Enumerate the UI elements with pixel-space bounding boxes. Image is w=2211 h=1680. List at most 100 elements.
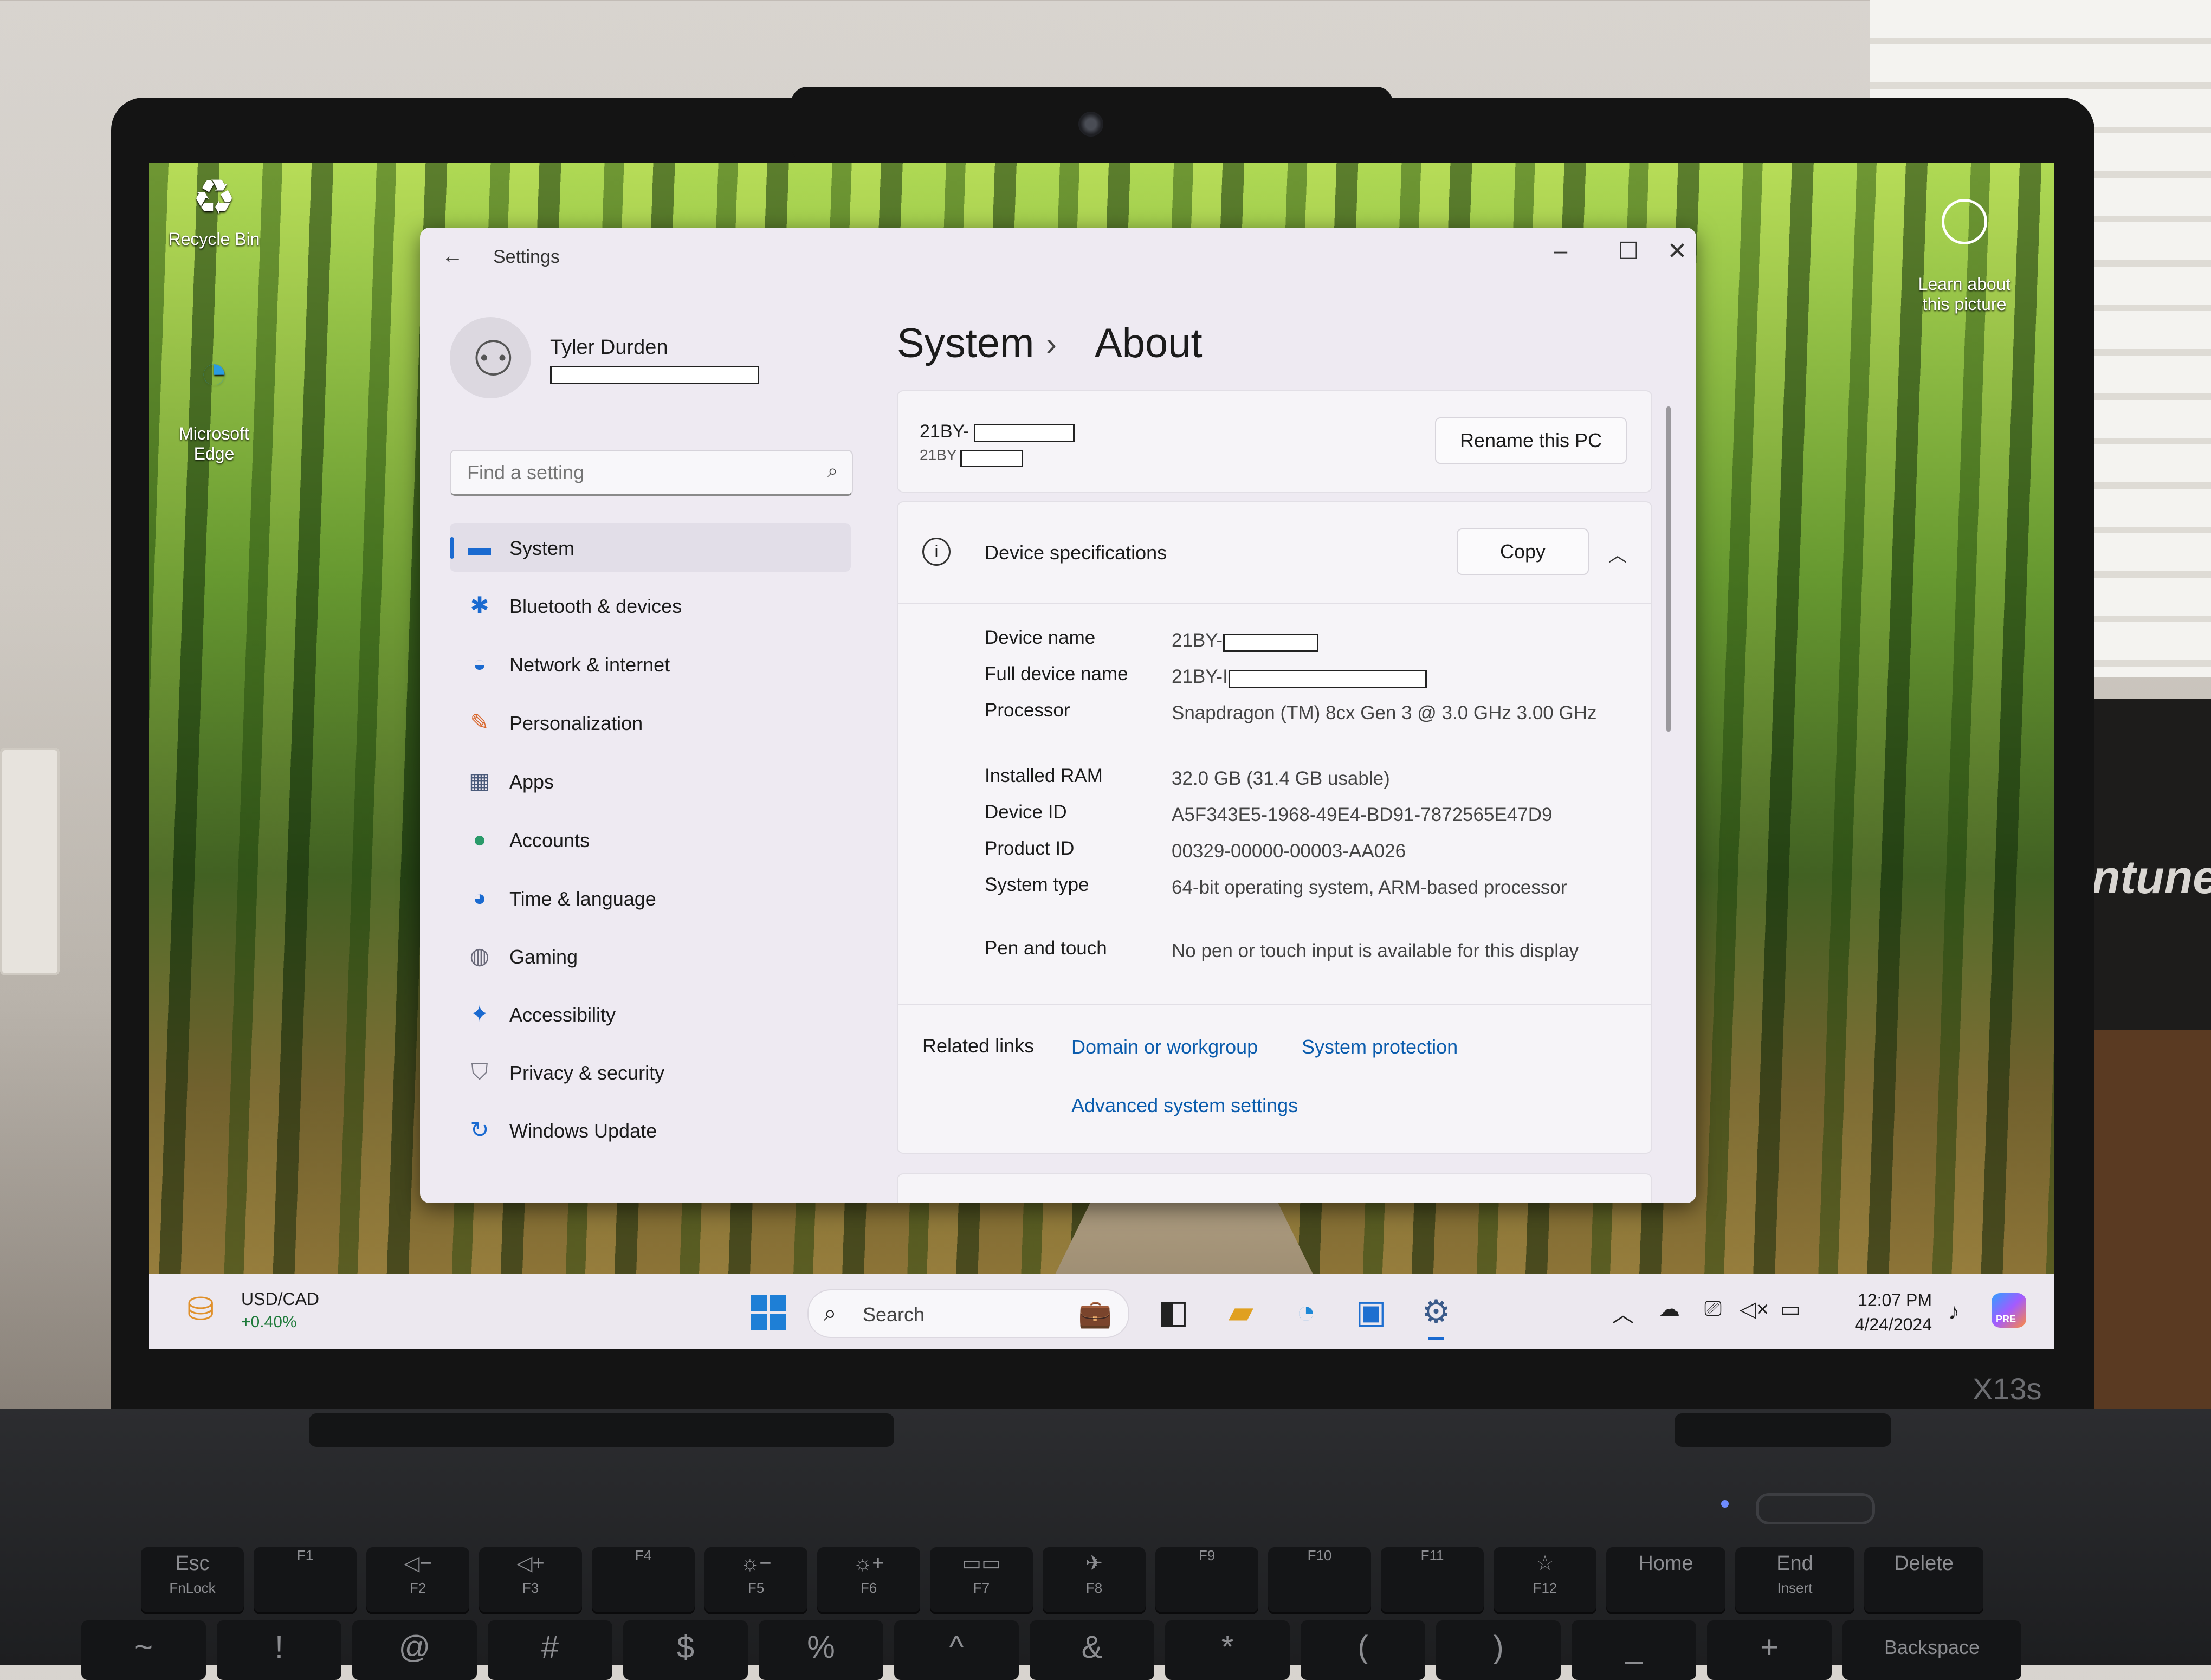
key-symbol[interactable]: ) (1436, 1620, 1561, 1680)
link-advanced-system-settings[interactable]: Advanced system settings (1071, 1094, 1298, 1117)
key-sublabel: F6 (860, 1580, 877, 1596)
key-f11[interactable]: F11 (1381, 1547, 1484, 1612)
user-badge-icon: ⚇ (471, 332, 515, 386)
scrollbar[interactable] (1666, 406, 1671, 732)
nav-item-privacy[interactable]: ⛉ Privacy & security (450, 1048, 851, 1096)
nav-item-apps[interactable]: ▦ Apps (450, 757, 851, 805)
store-icon[interactable]: ▣ (1349, 1290, 1393, 1334)
currency-widget-icon[interactable]: ⛁ (187, 1290, 214, 1328)
key-sublabel: F7 (973, 1580, 990, 1596)
nav-label: Accounts (509, 829, 590, 851)
nav-item-accessibility[interactable]: ✦ Accessibility (450, 990, 851, 1038)
battery-icon[interactable]: ▭ (1780, 1297, 1801, 1322)
key-fnlock[interactable]: Esc FnLock (141, 1547, 244, 1612)
nav-item-personalization[interactable]: ✎ Personalization (450, 698, 851, 747)
power-button[interactable] (1756, 1493, 1875, 1524)
widget-title[interactable]: USD/CAD (241, 1289, 319, 1309)
key-delete[interactable]: Delete (1864, 1547, 1983, 1612)
key-label: ◁+ (516, 1552, 545, 1575)
learn-about-picture[interactable]: Learn about this picture (1883, 179, 2046, 314)
minimize-icon[interactable]: – (1539, 237, 1582, 264)
maximize-icon[interactable]: ☐ (1607, 237, 1650, 265)
key-symbol[interactable]: ^ (894, 1620, 1019, 1680)
nav-item-time-language[interactable]: ◕ Time & language (450, 874, 851, 922)
clock-time[interactable]: 12:07 PM (1834, 1290, 1932, 1310)
back-arrow-icon[interactable]: ← (442, 244, 463, 268)
nav-item-bluetooth[interactable]: ✱ Bluetooth & devices (450, 581, 851, 630)
edge-icon: ◔ (199, 345, 229, 399)
nav-item-accounts[interactable]: ● Accounts (450, 815, 851, 864)
key-f4[interactable]: F4 (592, 1547, 695, 1612)
edge-shortcut[interactable]: ◔ Microsoft Edge (154, 325, 274, 464)
key-f9[interactable]: F9 (1155, 1547, 1258, 1612)
clock-date[interactable]: 4/24/2024 (1824, 1315, 1932, 1335)
copy-button[interactable]: Copy (1457, 528, 1589, 575)
bell-icon[interactable]: ♪ (1948, 1298, 1960, 1324)
nav-item-system[interactable]: ▬ System (450, 523, 851, 572)
key-symbol[interactable]: $ (623, 1620, 748, 1680)
spec-value: 32.0 GB (31.4 GB usable) (1172, 768, 1390, 789)
terminal-icon[interactable]: ◧ (1152, 1290, 1195, 1334)
chevron-up-icon[interactable]: ︿ (1608, 540, 1627, 567)
link-domain-workgroup[interactable]: Domain or workgroup (1071, 1036, 1258, 1058)
device-specifications-header[interactable]: i Device specifications Copy ︿ (898, 502, 1651, 604)
key-f1[interactable]: F1 (254, 1547, 357, 1612)
key-f3[interactable]: ◁+ F3 (479, 1547, 582, 1612)
nav-item-windows-update[interactable]: ↻ Windows Update (450, 1106, 851, 1154)
recycle-bin-shortcut[interactable]: ♻ Recycle Bin (154, 171, 274, 249)
key-symbol[interactable]: + (1707, 1620, 1832, 1680)
settings-window: ← Settings – ☐ ✕ ⚇ Tyler Durden ⌕ ▬ Syst… (420, 228, 1696, 1203)
key-symbol[interactable]: _ (1572, 1620, 1696, 1680)
redacted-pc-model (960, 450, 1023, 467)
key-symbol[interactable]: * (1165, 1620, 1290, 1680)
rename-pc-button[interactable]: Rename this PC (1435, 417, 1627, 464)
key-symbol[interactable]: # (488, 1620, 612, 1680)
key-f2[interactable]: ◁− F2 (366, 1547, 469, 1612)
nav-item-network[interactable]: ◒ Network & internet (450, 639, 851, 688)
key-backspace[interactable]: Backspace (1842, 1620, 2021, 1680)
copilot-icon[interactable]: PRE (1992, 1293, 2026, 1328)
key-f6[interactable]: ☼+ F6 (817, 1547, 920, 1612)
key-sublabel: F9 (1198, 1547, 1216, 1563)
volume-muted-icon[interactable]: ◁× (1740, 1297, 1769, 1322)
network-icon[interactable]: ⎚ (1704, 1297, 1722, 1321)
avatar[interactable]: ⚇ (450, 317, 531, 398)
start-button[interactable] (751, 1295, 786, 1330)
search-icon: ⌕ (827, 461, 838, 481)
key-home[interactable]: Home (1606, 1547, 1725, 1612)
file-explorer-icon[interactable]: ▰ (1219, 1290, 1263, 1334)
key-symbol[interactable]: @ (352, 1620, 477, 1680)
breadcrumb-parent[interactable]: System (897, 320, 1034, 367)
key-f10[interactable]: F10 (1268, 1547, 1371, 1612)
spec-key: Device ID (985, 802, 1067, 823)
close-icon[interactable]: ✕ (1656, 237, 1696, 265)
key-f8[interactable]: ✈ F8 (1043, 1547, 1146, 1612)
link-system-protection[interactable]: System protection (1302, 1036, 1458, 1058)
key-f7[interactable]: ▭▭ F7 (930, 1547, 1033, 1612)
key-sublabel: F2 (409, 1580, 426, 1596)
key-sublabel: F1 (296, 1547, 314, 1563)
key-f12[interactable]: ☆ F12 (1494, 1547, 1596, 1612)
key-symbol[interactable]: ! (217, 1620, 341, 1680)
settings-gear-icon[interactable]: ⚙ (1414, 1290, 1458, 1340)
key-f5[interactable]: ☼− F5 (704, 1547, 807, 1612)
key-symbol[interactable]: & (1030, 1620, 1154, 1680)
settings-search-input[interactable] (466, 458, 815, 487)
edge-icon[interactable]: ◔ (1284, 1290, 1328, 1334)
settings-search-box[interactable]: ⌕ (450, 450, 853, 496)
edge-label: Microsoft Edge (179, 424, 249, 463)
cloud-icon[interactable]: ☁ (1658, 1297, 1680, 1322)
pc-name: 21BY- (920, 421, 969, 442)
learn-about-picture-label: Learn about this picture (1918, 274, 2011, 314)
key-symbol[interactable]: ( (1301, 1620, 1425, 1680)
key-symbol[interactable]: % (759, 1620, 883, 1680)
nav-item-gaming[interactable]: ◍ Gaming (450, 932, 851, 980)
key-label: ▭▭ (962, 1552, 1001, 1575)
chevron-up-icon[interactable]: ︿ (1612, 1297, 1634, 1328)
taskbar-search[interactable]: ⌕ Search 💼 (807, 1289, 1129, 1338)
key-insert[interactable]: End Insert (1735, 1547, 1854, 1612)
search-icon: ⌕ (824, 1300, 837, 1326)
key-label: Delete (1894, 1552, 1954, 1575)
key-symbol[interactable]: ~ (81, 1620, 206, 1680)
webcam-icon (1078, 112, 1103, 137)
